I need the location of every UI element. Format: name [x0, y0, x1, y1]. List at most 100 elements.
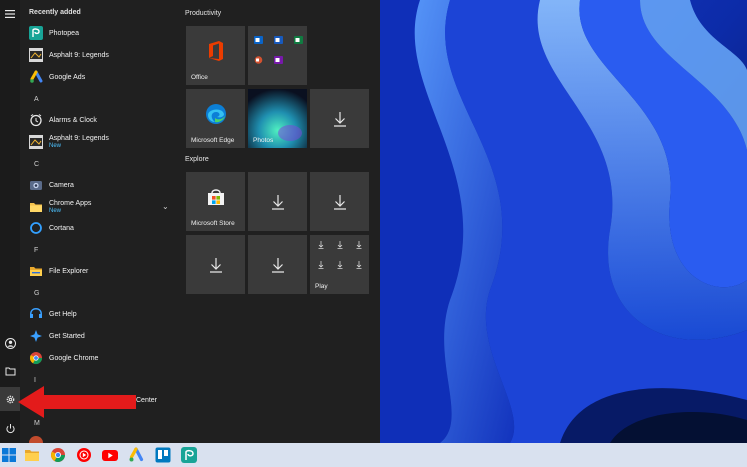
- app-label: Asphalt 9: Legends: [49, 134, 109, 142]
- tile-downloading-app[interactable]: [186, 235, 245, 294]
- asphalt-icon: [29, 135, 43, 149]
- tile-microsoft-edge[interactable]: Microsoft Edge: [186, 89, 245, 148]
- word-icon: [274, 31, 283, 49]
- app-photopea[interactable]: Photopea: [20, 23, 178, 43]
- tile-label: Photos: [253, 137, 274, 144]
- app-google-ads[interactable]: Google Ads: [20, 67, 178, 87]
- start-menu: Recently added Photopea Asphalt 9: Legen…: [0, 0, 380, 443]
- alarm-clock-icon: [29, 113, 43, 127]
- letter-header-a[interactable]: A: [34, 96, 39, 103]
- onenote-icon: [274, 51, 283, 69]
- letter-header-g[interactable]: G: [34, 290, 39, 297]
- recently-added-title: Recently added: [29, 9, 81, 16]
- app-label: Get Help: [49, 310, 77, 318]
- download-icon: [333, 111, 346, 127]
- chrome-icon[interactable]: [50, 447, 66, 463]
- google-ads-icon[interactable]: [128, 447, 144, 463]
- app-alarms-clock[interactable]: Alarms & Clock: [20, 110, 178, 130]
- app-label: Cortana: [49, 224, 74, 232]
- tile-downloading-app[interactable]: [310, 89, 369, 148]
- tile-label: Play: [315, 283, 328, 290]
- group-title-explore: Explore: [185, 156, 209, 163]
- app-asphalt[interactable]: Asphalt 9: Legends: [20, 45, 178, 65]
- edge-icon: [205, 104, 226, 124]
- outlook-icon: [254, 31, 263, 49]
- tile-downloading-app[interactable]: [310, 172, 369, 231]
- desktop-wallpaper: [380, 0, 747, 443]
- hamburger-menu-icon[interactable]: [0, 2, 20, 26]
- app-asphalt-new[interactable]: Asphalt 9: Legends New: [20, 131, 178, 153]
- download-icon-grid: [318, 241, 362, 269]
- app-label: File Explorer: [49, 267, 89, 275]
- file-explorer-icon[interactable]: [24, 447, 40, 463]
- taskbar: [0, 443, 747, 467]
- app-label[interactable]: Center: [136, 397, 157, 404]
- app-chrome-apps-folder[interactable]: Chrome Apps New ⌄: [20, 196, 178, 218]
- app-label: Google Chrome: [49, 354, 99, 362]
- letter-header-i[interactable]: I: [34, 377, 36, 384]
- download-icon: [271, 194, 284, 210]
- windows-start-icon[interactable]: [1, 447, 17, 463]
- red-annotation-arrow: [18, 386, 136, 418]
- office-icon: [208, 41, 223, 61]
- download-icon: [209, 257, 222, 273]
- tile-play-folder[interactable]: Play: [310, 235, 369, 294]
- app-label: Chrome Apps: [49, 199, 92, 207]
- trello-icon[interactable]: [155, 447, 171, 463]
- tile-label: Microsoft Store: [191, 220, 235, 227]
- photopea-icon: [29, 26, 43, 40]
- new-badge: New: [49, 142, 62, 149]
- group-title-productivity: Productivity: [185, 10, 222, 17]
- tile-downloading-app[interactable]: [248, 172, 307, 231]
- excel-icon: [294, 31, 303, 49]
- tile-downloading-app[interactable]: [248, 235, 307, 294]
- app-icon: [29, 436, 43, 443]
- app-label: Photopea: [49, 29, 79, 37]
- youtube-music-icon[interactable]: [76, 447, 92, 463]
- letter-header-c[interactable]: C: [34, 161, 39, 168]
- tile-office-apps-group[interactable]: [248, 26, 307, 85]
- get-started-icon: [29, 329, 43, 343]
- app-camera[interactable]: Camera: [20, 175, 178, 195]
- app-label: Google Ads: [49, 73, 86, 81]
- app-label: Asphalt 9: Legends: [49, 51, 109, 59]
- asphalt-icon: [29, 48, 43, 62]
- file-explorer-icon: [29, 264, 43, 278]
- app-get-help[interactable]: Get Help: [20, 304, 178, 324]
- app-label: Camera: [49, 181, 74, 189]
- get-help-icon: [29, 307, 43, 321]
- new-badge: New: [49, 207, 62, 214]
- settings-gear-icon[interactable]: [0, 387, 20, 411]
- documents-icon[interactable]: [0, 359, 20, 383]
- powerpoint-icon: [254, 51, 263, 69]
- power-icon[interactable]: [0, 416, 20, 440]
- tile-photos[interactable]: Photos: [248, 89, 307, 148]
- pinned-tiles: Productivity Office Microsoft Edge Photo…: [178, 0, 380, 443]
- store-icon: [207, 189, 224, 205]
- cortana-icon: [29, 221, 43, 235]
- chrome-icon: [29, 351, 43, 365]
- google-ads-icon: [29, 70, 43, 84]
- tile-microsoft-store[interactable]: Microsoft Store: [186, 172, 245, 231]
- app-list: Recently added Photopea Asphalt 9: Legen…: [20, 0, 178, 443]
- download-icon: [271, 257, 284, 273]
- download-icon: [333, 194, 346, 210]
- chevron-down-icon[interactable]: ⌄: [162, 202, 170, 211]
- app-label: Alarms & Clock: [49, 116, 97, 124]
- tile-label: Microsoft Edge: [191, 137, 235, 144]
- camera-icon: [29, 178, 43, 192]
- app-cortana[interactable]: Cortana: [20, 218, 178, 238]
- user-icon[interactable]: [0, 331, 20, 355]
- start-left-rail: [0, 0, 20, 443]
- letter-header-f[interactable]: F: [34, 247, 38, 254]
- app-label: Get Started: [49, 332, 85, 340]
- folder-icon: [29, 200, 43, 214]
- youtube-icon[interactable]: [102, 447, 118, 463]
- app-file-explorer[interactable]: File Explorer: [20, 261, 178, 281]
- app-google-chrome[interactable]: Google Chrome: [20, 348, 178, 368]
- app-get-started[interactable]: Get Started: [20, 326, 178, 346]
- photopea-icon[interactable]: [181, 447, 197, 463]
- tile-label: Office: [191, 74, 208, 81]
- tile-office[interactable]: Office: [186, 26, 245, 85]
- letter-header-m[interactable]: M: [34, 420, 40, 427]
